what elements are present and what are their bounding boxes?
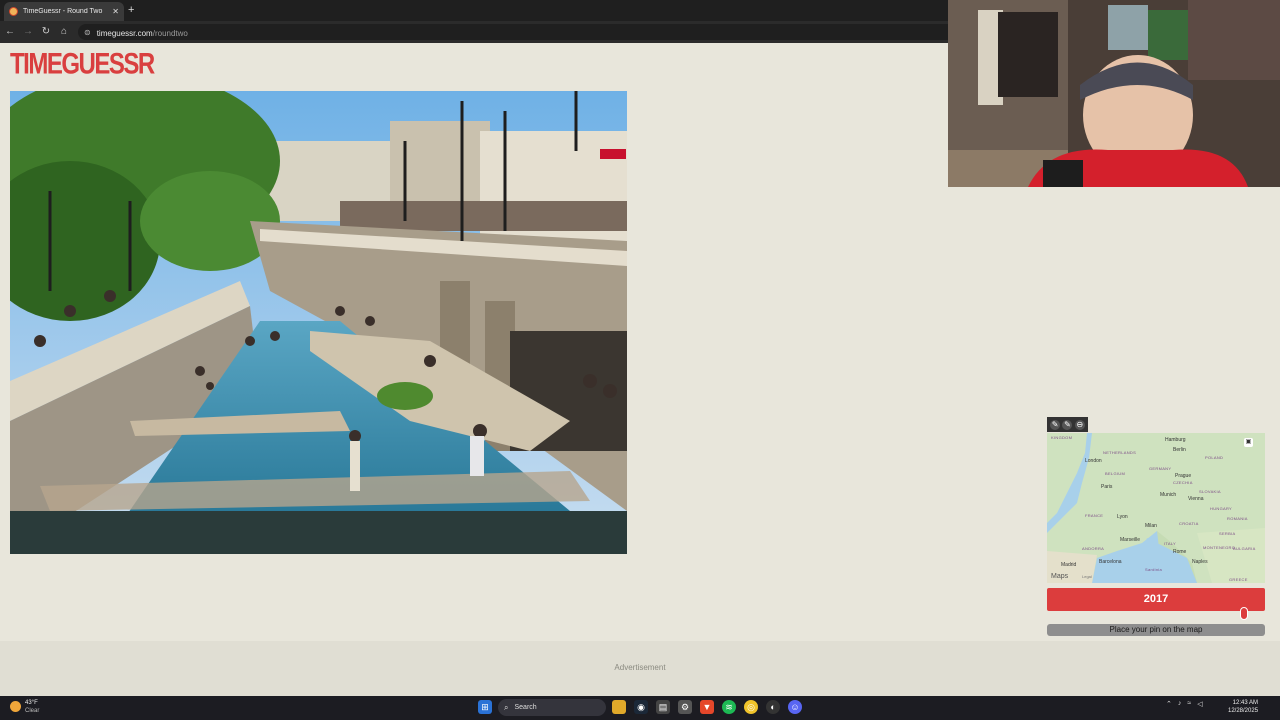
app-icon[interactable]: ▤	[656, 700, 670, 714]
map-label: POLAND	[1205, 455, 1224, 460]
tray-chevron-up-icon[interactable]: ⌃	[1166, 700, 1172, 708]
map-label: Hamburg	[1165, 437, 1186, 443]
map-label: Rome	[1173, 549, 1187, 555]
system-clock[interactable]: 12:43 AM 12/28/2025	[1228, 699, 1258, 715]
spotify-icon[interactable]: ≋	[722, 700, 736, 714]
map-label: Milan	[1145, 523, 1157, 529]
map-label: Berlin	[1173, 447, 1186, 453]
map-label: Barcelona	[1099, 559, 1122, 565]
tab-title: TimeGuessr - Round Two	[23, 8, 103, 15]
home-icon[interactable]: ⌂	[57, 24, 71, 40]
map-tool-icon[interactable]: ✎	[1062, 419, 1073, 430]
clock-time: 12:43 AM	[1232, 700, 1259, 706]
webcam-overlay	[948, 0, 1280, 187]
steam-icon[interactable]: ◉	[634, 700, 648, 714]
site-info-icon[interactable]: ⊜	[84, 28, 91, 37]
search-icon: ⌕	[504, 702, 509, 712]
wifi-icon[interactable]: ≈	[1187, 700, 1191, 708]
apple-maps-logo: Maps	[1051, 573, 1068, 580]
chrome-icon[interactable]: ◎	[744, 700, 758, 714]
map-label: FRANCE	[1085, 513, 1104, 518]
map-label: ITALY	[1164, 541, 1177, 546]
map-label: London	[1085, 458, 1102, 464]
map-label: BELGIUM	[1105, 471, 1126, 476]
guess-map[interactable]: KINGDOM Hamburg NETHERLANDS Berlin POLAN…	[1047, 433, 1265, 583]
os-taskbar: 43°F Clear ⊞ ⌕ Search ◉ ▤ ⚙ ▼ ≋ ◎ ◐ ☺ ⌃ …	[0, 696, 1280, 720]
year-slider-track[interactable]: 2017	[1047, 588, 1265, 611]
map-label: Naples	[1192, 559, 1208, 565]
map-label: GREECE	[1229, 577, 1248, 582]
url-host: timeguessr.com	[96, 29, 153, 38]
weather-condition[interactable]: Clear	[25, 708, 39, 714]
map-label: Madrid	[1061, 562, 1077, 568]
taskbar-search[interactable]: ⌕ Search	[498, 699, 606, 716]
url-path: /roundtwo	[152, 29, 188, 38]
map-collapse-icon[interactable]: ⊖	[1074, 419, 1085, 430]
file-explorer-icon[interactable]	[612, 700, 626, 714]
map-legal-link[interactable]: Legal	[1082, 574, 1092, 579]
brave-browser-icon[interactable]: ▼	[700, 700, 714, 714]
close-tab-icon[interactable]: ✕	[112, 7, 119, 16]
system-tray: ⌃ ♪ ≈ ◁	[1166, 700, 1203, 708]
back-arrow-icon[interactable]: ←	[3, 24, 17, 40]
volume-icon[interactable]: ◁	[1197, 700, 1202, 708]
timeguessr-logo[interactable]: TIMEGUESSR	[10, 49, 155, 79]
maps-brand-label: Maps	[1051, 573, 1069, 580]
map-label: GERMANY	[1149, 466, 1172, 471]
reload-icon[interactable]: ↻	[39, 24, 53, 40]
settings-gear-icon[interactable]: ⚙	[678, 700, 692, 714]
year-slider-handle[interactable]	[1240, 607, 1249, 620]
map-label: NETHERLANDS	[1103, 450, 1137, 455]
taskbar-search-label: Search	[514, 704, 537, 711]
map-label: Munich	[1160, 492, 1177, 498]
round-photo[interactable]	[10, 91, 627, 554]
map-label: SLOVAKIA	[1199, 489, 1221, 494]
new-tab-button[interactable]: +	[128, 4, 134, 16]
clock-date: 12/28/2025	[1228, 708, 1259, 714]
map-label: ANDORRA	[1082, 546, 1105, 551]
obs-icon[interactable]: ◐	[766, 700, 780, 714]
map-label: BULGARIA	[1233, 546, 1256, 551]
discord-icon[interactable]: ☺	[788, 700, 802, 714]
map-label: CROATIA	[1179, 521, 1199, 526]
map-label: CZECHIA	[1173, 480, 1193, 485]
map-label: Paris	[1101, 484, 1113, 490]
map-label: MONTENEGRO	[1203, 545, 1236, 550]
selected-year: 2017	[1143, 593, 1169, 605]
map-label: Sardinia	[1145, 567, 1163, 572]
map-label: Prague	[1175, 473, 1192, 479]
map-label: KINGDOM	[1051, 435, 1073, 440]
microphone-icon[interactable]: ♪	[1178, 700, 1182, 708]
map-tool-icon[interactable]: ✎	[1050, 419, 1061, 430]
map-label: HUNGARY	[1210, 506, 1233, 511]
weather-temperature[interactable]: 43°F	[25, 700, 38, 706]
timeguessr-favicon-icon	[9, 7, 18, 16]
browser-tab[interactable]: TimeGuessr - Round Two ✕	[4, 2, 124, 21]
map-label: Marseille	[1120, 537, 1141, 543]
map-expand-icon[interactable]: ▣	[1244, 438, 1253, 447]
weather-moon-icon[interactable]	[10, 701, 21, 712]
advertisement-label: Advertisement	[614, 663, 666, 672]
webcam-image	[948, 0, 1280, 187]
round-photo-image	[10, 91, 627, 554]
map-toolbar: ✎ ✎ ⊖	[1047, 417, 1088, 432]
map-label: Vienna	[1188, 496, 1204, 502]
windows-start-icon[interactable]: ⊞	[478, 700, 492, 714]
map-land-shapes	[1047, 433, 1265, 583]
map-label: ROMANIA	[1227, 516, 1248, 521]
map-label: SERBIA	[1219, 531, 1236, 536]
forward-arrow-icon[interactable]: →	[21, 24, 35, 40]
map-label: Lyon	[1117, 514, 1128, 520]
address-bar[interactable]: ⊜ timeguessr.com/roundtwo	[78, 24, 958, 40]
place-pin-button[interactable]: Place your pin on the map	[1047, 624, 1265, 636]
